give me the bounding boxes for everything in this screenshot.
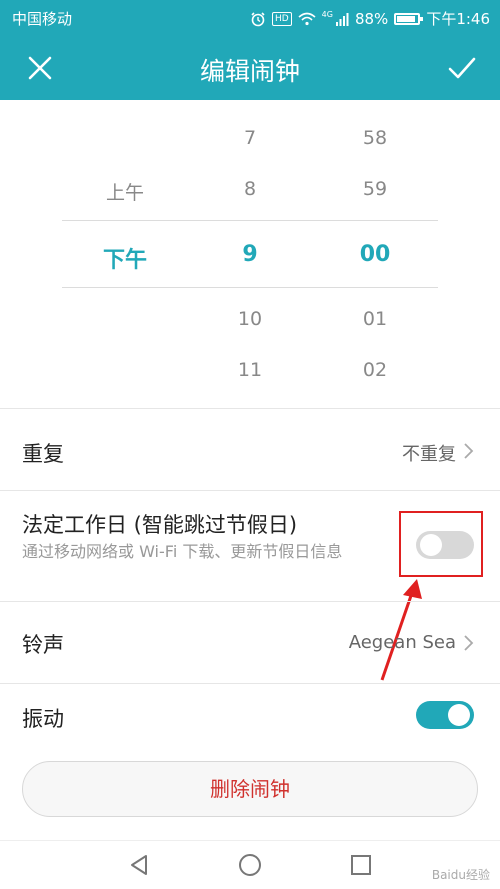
clock-label: 下午1:46 [426,10,490,28]
repeat-label: 重复 [22,442,64,466]
alarm-icon [251,11,265,26]
picker-selection-line-bottom [62,287,438,288]
toggle-knob [448,704,470,726]
status-icons: HD 4G 88% 下午1:46 [250,8,490,29]
system-nav-bar: Baidu经验 [0,840,500,889]
hour-selected[interactable]: 9 [210,242,290,267]
battery-icon [394,12,424,25]
confirm-check-icon[interactable] [446,52,478,84]
minute-option[interactable]: 59 [335,178,415,200]
ringtone-value: Aegean Sea [348,632,456,653]
carrier-label: 中国移动 [12,10,73,28]
workday-label: 法定工作日 (智能跳过节假日) [22,513,298,537]
app-bar: 编辑闹钟 [0,36,500,100]
minute-option[interactable]: 01 [335,308,415,330]
back-triangle-icon[interactable] [128,853,150,877]
ringtone-label: 铃声 [22,633,64,657]
minute-selected[interactable]: 00 [335,242,415,267]
time-picker[interactable]: 上午 下午 7 8 9 10 11 58 59 00 01 02 [0,100,500,410]
hour-option[interactable]: 7 [210,127,290,149]
repeat-value: 不重复 [402,444,456,465]
hour-option[interactable]: 8 [210,178,290,200]
delete-alarm-button[interactable]: 删除闹钟 [22,761,478,817]
hour-option[interactable]: 11 [210,359,290,381]
hour-option[interactable]: 10 [210,308,290,330]
divider [0,601,500,602]
picker-selection-line-top [62,220,438,221]
minute-option[interactable]: 02 [335,359,415,381]
annotation-highlight-box [399,511,483,577]
wifi-icon [298,12,316,25]
ampm-selected[interactable]: 下午 [85,242,165,274]
battery-percent: 88% [354,9,389,28]
signal-icon [335,12,349,26]
network-type-label: 4G [321,10,333,19]
status-bar: 中国移动 HD 4G 88% 下午1:46 [0,0,500,36]
minute-option[interactable]: 58 [335,127,415,149]
vibrate-toggle[interactable] [416,701,474,729]
annotation-arrow-icon [380,579,422,681]
workday-description: 通过移动网络或 Wi-Fi 下载、更新节假日信息 [22,542,343,561]
watermark-text: Baidu经验 [431,868,490,882]
hd-badge: HD [271,11,292,26]
divider [0,408,500,409]
chevron-right-icon [464,635,474,651]
recents-square-icon[interactable] [350,854,372,876]
vibrate-label: 振动 [22,707,64,731]
page-title: 编辑闹钟 [199,57,300,86]
divider [0,490,500,491]
ampm-option-am[interactable]: 上午 [85,178,165,205]
divider [0,683,500,684]
chevron-right-icon [464,443,474,459]
home-circle-icon[interactable] [238,853,262,877]
